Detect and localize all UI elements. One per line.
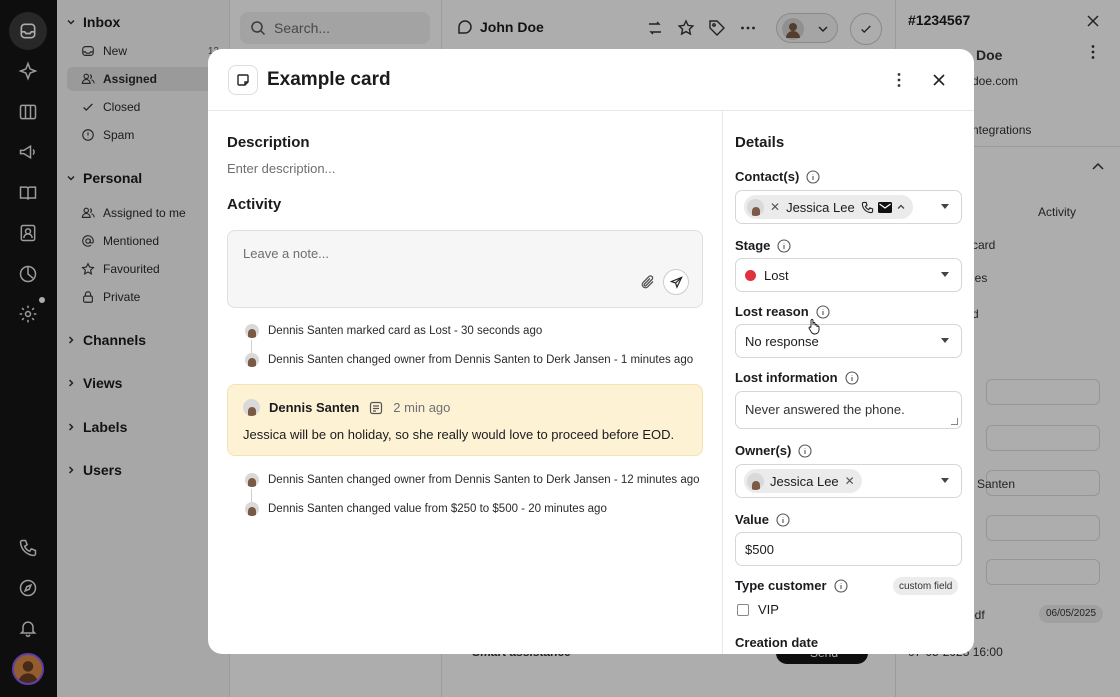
- timeline-line: [251, 340, 252, 354]
- stage-color-dot: [745, 269, 756, 281]
- dropdown-caret-icon: [941, 272, 949, 277]
- phone-icon[interactable]: [861, 201, 874, 214]
- comment-time: 2 min ago: [393, 400, 451, 415]
- label-text: Creation date: [735, 635, 819, 650]
- lost-information-textarea[interactable]: Never answered the phone.: [735, 391, 962, 429]
- timeline-line: [251, 489, 252, 503]
- activity-text: Dennis Santen changed value from $250 to…: [268, 503, 607, 515]
- modal-header: Example card: [208, 49, 974, 111]
- label-text: Lost information: [735, 370, 838, 385]
- custom-field-badge: custom field: [893, 577, 959, 595]
- send-icon: [669, 275, 683, 289]
- info-icon[interactable]: [798, 443, 812, 458]
- lost-reason-value: No response: [745, 333, 819, 349]
- comment-header: Dennis Santen 2 min ago: [243, 399, 450, 416]
- modal-main: Description Enter description... Activit…: [208, 111, 722, 654]
- lost-reason-select[interactable]: No response: [735, 324, 962, 358]
- chip-label: Jessica Lee: [770, 473, 839, 489]
- avatar: [245, 473, 259, 487]
- label-text: Owner(s): [735, 443, 792, 458]
- description-input[interactable]: Enter description...: [227, 161, 335, 176]
- creation-date-label: Creation date: [735, 635, 818, 650]
- resize-handle[interactable]: [951, 418, 958, 425]
- close-icon[interactable]: [930, 71, 948, 89]
- label-text: Lost reason: [735, 304, 809, 319]
- info-icon[interactable]: [844, 370, 859, 385]
- activity-item: Dennis Santen marked card as Lost - 30 s…: [245, 324, 542, 338]
- owners-label: Owner(s): [735, 443, 812, 458]
- avatar: [245, 324, 259, 338]
- chip-label: Jessica Lee: [786, 199, 855, 215]
- remove-icon[interactable]: ✕: [770, 200, 780, 214]
- avatar: [747, 198, 764, 216]
- info-icon[interactable]: [816, 304, 830, 319]
- label-text: Stage: [735, 238, 771, 253]
- info-icon[interactable]: [833, 578, 848, 593]
- activity-item: Dennis Santen changed owner from Dennis …: [245, 473, 700, 487]
- lost-information-value: Never answered the phone.: [745, 402, 905, 417]
- avatar: [245, 353, 259, 367]
- stage-label: Stage: [735, 238, 791, 253]
- comment-body: Jessica will be on holiday, so she reall…: [243, 427, 675, 442]
- info-icon[interactable]: [806, 169, 820, 184]
- stage-select[interactable]: Lost: [735, 258, 962, 292]
- lost-information-label: Lost information: [735, 370, 859, 385]
- note-placeholder: Leave a note...: [243, 246, 330, 261]
- mail-icon[interactable]: [877, 201, 892, 213]
- lost-reason-label: Lost reason: [735, 304, 830, 319]
- label-text: Contact(s): [735, 169, 800, 184]
- activity-item: Dennis Santen changed owner from Dennis …: [245, 353, 693, 367]
- contact-chip[interactable]: ✕ Jessica Lee: [744, 195, 913, 219]
- comment-card: Dennis Santen 2 min ago Jessica will be …: [227, 384, 703, 456]
- chevron-up-icon[interactable]: [896, 202, 906, 212]
- dropdown-caret-icon: [941, 204, 949, 209]
- note-input[interactable]: Leave a note...: [227, 230, 703, 308]
- activity-text: Dennis Santen changed owner from Dennis …: [268, 474, 700, 486]
- avatar: [245, 502, 259, 516]
- stage-value: Lost: [764, 267, 789, 283]
- activity-item: Dennis Santen changed value from $250 to…: [245, 502, 607, 516]
- value-value: $500: [745, 541, 774, 557]
- activity-heading: Activity: [227, 196, 282, 213]
- info-icon[interactable]: [776, 512, 790, 527]
- owners-select[interactable]: Jessica Lee ✕: [735, 464, 962, 498]
- contacts-select[interactable]: ✕ Jessica Lee: [735, 190, 962, 224]
- contacts-label: Contact(s): [735, 169, 820, 184]
- type-customer-label: Type customer: [735, 578, 848, 593]
- modal-title: Example card: [267, 69, 391, 90]
- avatar: [243, 399, 260, 416]
- description-heading: Description: [227, 134, 310, 151]
- paperclip-icon[interactable]: [640, 274, 656, 290]
- info-icon[interactable]: [777, 238, 791, 253]
- mouse-cursor-icon: [808, 319, 820, 335]
- note-icon: [369, 401, 383, 415]
- owner-chip[interactable]: Jessica Lee ✕: [744, 469, 862, 493]
- vip-checkbox[interactable]: VIP: [737, 602, 779, 617]
- comment-author: Dennis Santen: [269, 400, 360, 415]
- label-text: Type customer: [735, 578, 827, 593]
- activity-text: Dennis Santen changed owner from Dennis …: [268, 354, 694, 366]
- checkbox-box[interactable]: [737, 603, 749, 616]
- value-input[interactable]: $500: [735, 532, 962, 566]
- checkbox-label: VIP: [758, 602, 779, 617]
- card-modal: Example card Description Enter descripti…: [208, 49, 974, 654]
- card-icon: [228, 65, 258, 95]
- remove-icon[interactable]: ✕: [845, 474, 855, 488]
- dropdown-caret-icon: [941, 478, 949, 483]
- send-note-button[interactable]: [663, 269, 689, 295]
- more-vertical-icon[interactable]: [890, 71, 908, 89]
- details-form: Details Contact(s) ✕ Jessica Lee Stage L…: [722, 111, 974, 654]
- avatar: [747, 472, 764, 490]
- value-label: Value: [735, 512, 790, 527]
- dropdown-caret-icon: [941, 338, 949, 343]
- label-text: Value: [735, 512, 769, 527]
- details-heading: Details: [735, 134, 785, 151]
- activity-text: Dennis Santen marked card as Lost - 30 s…: [268, 325, 543, 337]
